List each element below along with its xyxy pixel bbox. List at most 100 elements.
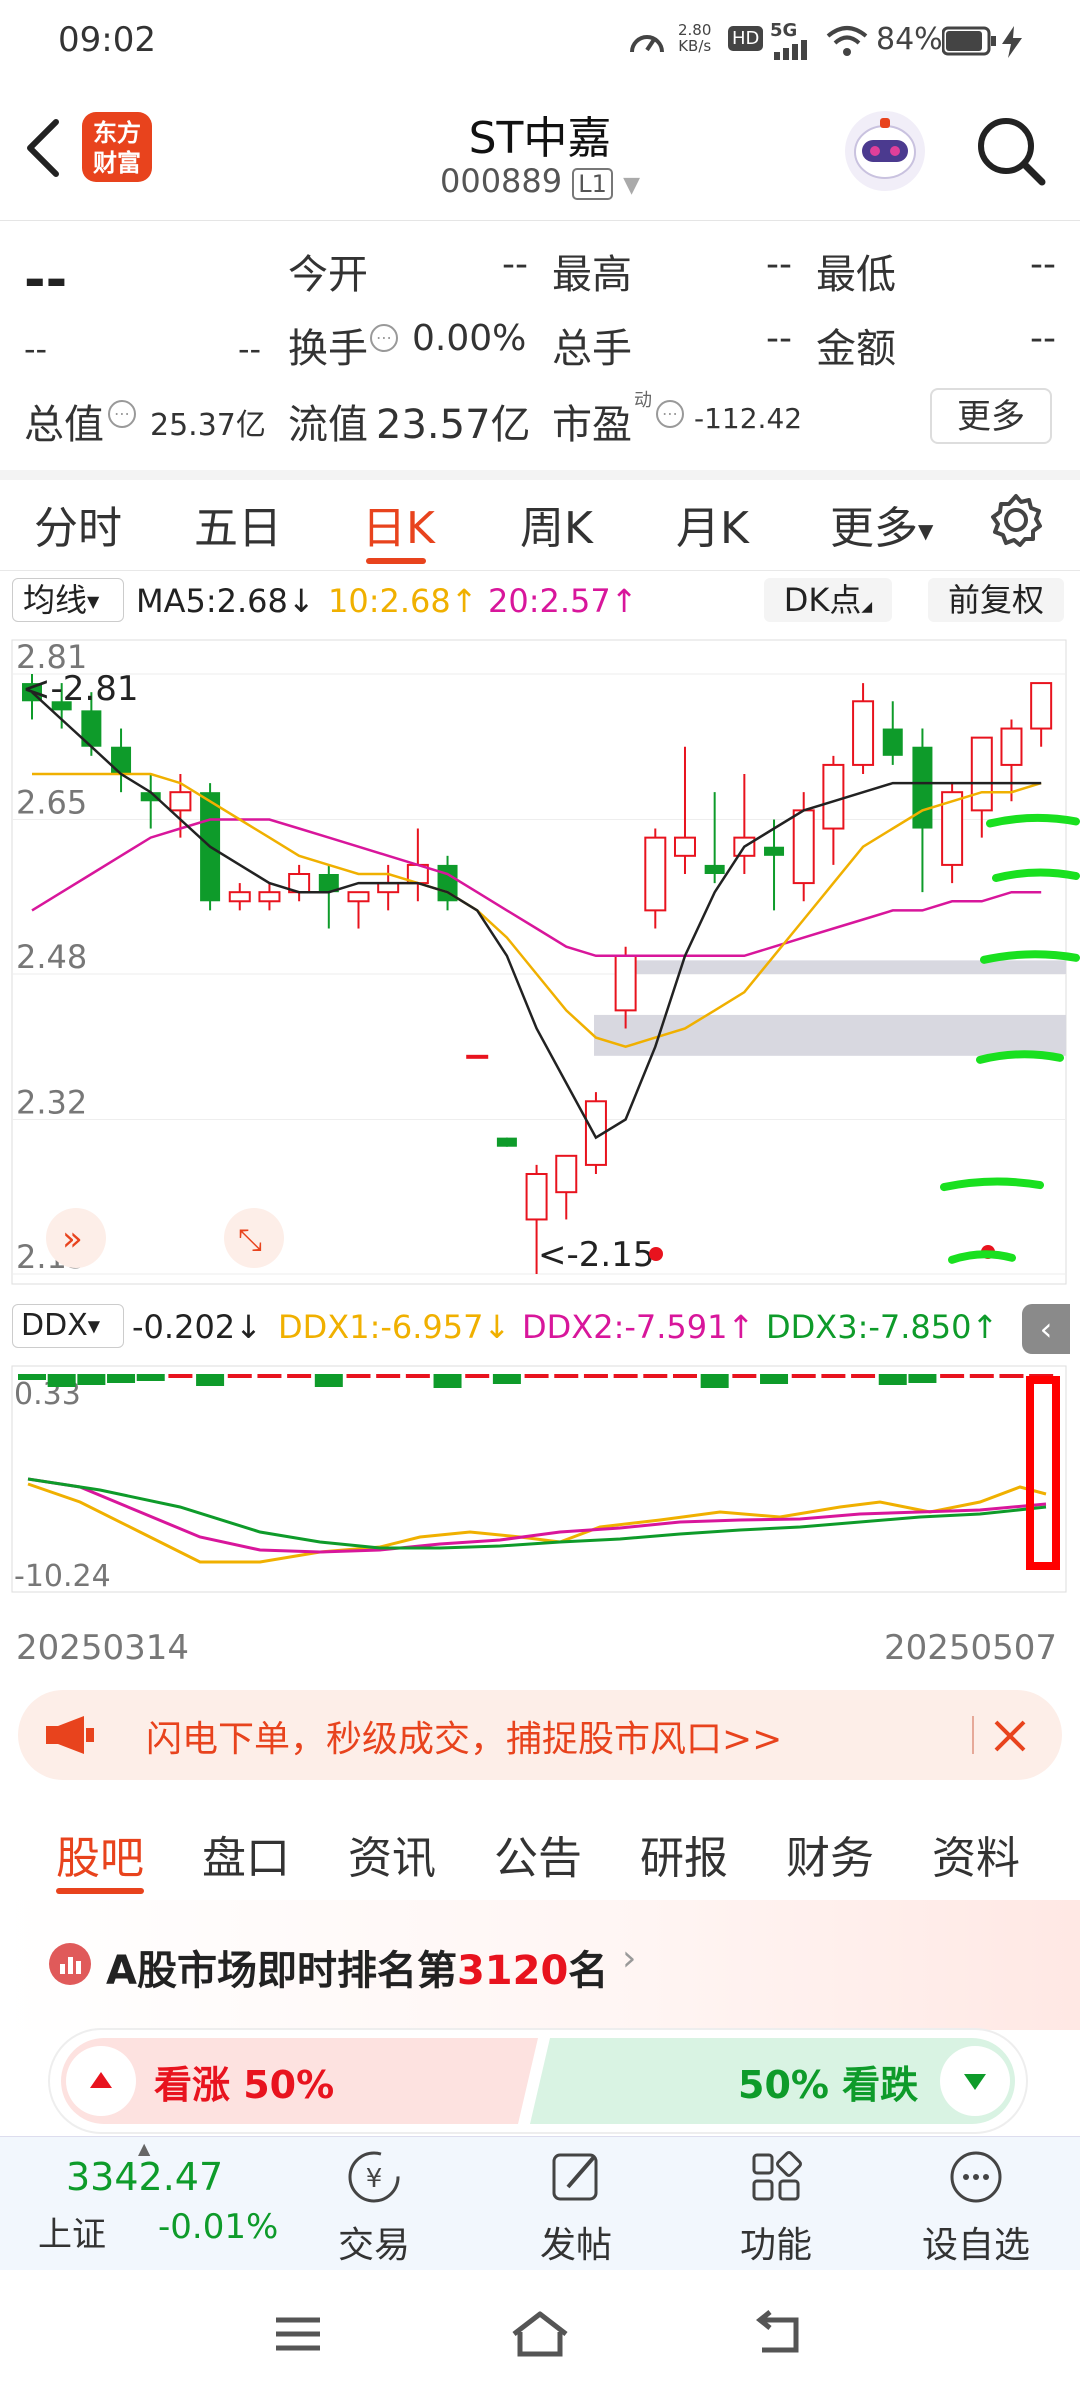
turnover-value: 0.00% <box>412 318 527 359</box>
candle-body-up <box>822 763 845 830</box>
ddx-bar <box>405 1374 430 1378</box>
tab-intraday[interactable]: 分时 <box>34 492 122 556</box>
bullish-button[interactable] <box>66 2046 136 2116</box>
adjust-button[interactable]: 前复权 <box>928 578 1064 622</box>
candle-body-down <box>704 864 725 874</box>
info-tabs: 股吧 盘口 资讯 公告 研报 财务 资料 <box>0 1800 1080 1901</box>
rank-prefix: A股市场即时排名第 <box>106 1948 457 1994</box>
tab-news[interactable]: 资讯 <box>348 1822 436 1886</box>
search-icon[interactable] <box>974 114 1048 188</box>
dk-point-button[interactable]: DK点◢ <box>764 578 892 622</box>
info-icon[interactable]: ⋯ <box>108 400 136 428</box>
ma20-text: 20:2.57 <box>488 582 611 620</box>
ma10-text: 10:2.68 <box>328 582 451 620</box>
bullish-label[interactable]: 看涨 50% <box>154 2054 334 2109</box>
down-arrow-icon: ↓ <box>483 1308 511 1346</box>
tab-monthly-k[interactable]: 月K <box>676 492 749 556</box>
tab-more-label: 更多 <box>830 503 918 554</box>
end-date-label: 20250507 <box>884 1628 1058 1668</box>
candle-body-up <box>1030 682 1053 730</box>
tab-weekly-k[interactable]: 周K <box>520 492 593 556</box>
tab-announcements[interactable]: 公告 <box>494 1822 582 1886</box>
nav-post[interactable]: 发帖 <box>516 2147 636 2268</box>
y-tick-label: 2.48 <box>16 938 87 976</box>
tab-more[interactable]: 更多▼ <box>830 492 933 556</box>
up-arrow-icon: ↑ <box>971 1308 999 1346</box>
y-tick-label: 2.65 <box>16 783 87 821</box>
bearish-button[interactable] <box>940 2046 1010 2116</box>
more-dots-icon <box>950 2151 1002 2203</box>
low-label: 最低 <box>816 252 896 298</box>
candlestick-chart[interactable]: 2.812.652.482.322.15<-2.81<-2.15» ⤡ <box>0 634 1080 1294</box>
robot-assistant-icon[interactable] <box>842 108 928 194</box>
market-rank-row[interactable]: A股市场即时排名第3120名 › <box>0 1900 1080 2030</box>
kline-chart-area: 均线▼ MA5:2.68↓ 10:2.68↑ 20:2.57↑ DK点◢ 前复权… <box>0 572 1080 1672</box>
ddx2-text: DDX2:-7.591 <box>522 1308 728 1346</box>
nav-watchlist-label: 设自选 <box>921 2225 1030 2266</box>
nav-trade[interactable]: ¥ 交易 <box>314 2147 434 2268</box>
rank-suffix: 名 <box>568 1948 609 1994</box>
index-value: 3342.47 <box>66 2155 224 2199</box>
ddx-bar <box>168 1374 193 1378</box>
grid-icon <box>752 2151 802 2201</box>
tab-guba[interactable]: 股吧 <box>56 1822 144 1886</box>
settings-gear-icon[interactable] <box>988 492 1044 548</box>
drawn-annotation <box>948 1250 1016 1264</box>
ddx-bar <box>999 1374 1024 1378</box>
ma10-value: 10:2.68↑ <box>328 582 478 620</box>
low-value: -- <box>1030 244 1056 285</box>
nav-function-label: 功能 <box>739 2225 812 2266</box>
ma5-line <box>31 691 1042 1140</box>
collapse-panel-button[interactable]: ‹ <box>1022 1304 1070 1354</box>
tab-handicap[interactable]: 盘口 <box>202 1822 290 1886</box>
ddx-selector-label: DDX <box>21 1308 88 1343</box>
info-icon[interactable]: ⋯ <box>370 324 398 352</box>
home-icon[interactable] <box>508 2308 572 2360</box>
expand-icon: ⤡ <box>238 1223 262 1258</box>
ddx-bar <box>77 1374 106 1385</box>
tab-research[interactable]: 研报 <box>640 1822 728 1886</box>
level-badge: L1 <box>572 168 613 200</box>
wifi-icon <box>826 26 868 56</box>
ddx1-text: DDX1:-6.957 <box>278 1308 484 1346</box>
ddx-bar <box>554 1374 579 1378</box>
candle-body-up <box>228 891 251 903</box>
nav-function[interactable]: 功能 <box>716 2147 836 2268</box>
back-icon[interactable] <box>752 2310 804 2358</box>
menu-icon[interactable] <box>272 2314 324 2354</box>
app-logo[interactable]: 东方 财富 <box>82 112 152 182</box>
candle-body-down <box>496 1137 517 1147</box>
ddx-indicator-chart[interactable]: 0.33-10.24 <box>0 1362 1080 1602</box>
stock-code-row[interactable]: 000889 L1 ▼ <box>340 162 740 200</box>
nav-watchlist[interactable]: 设自选 <box>916 2147 1036 2268</box>
index-name: 上证 <box>38 2215 106 2255</box>
bearish-label[interactable]: 50% 看跌 <box>738 2054 918 2109</box>
tab-profile[interactable]: 资料 <box>932 1822 1020 1886</box>
dk-point-label: DK点 <box>783 581 862 619</box>
amount-label: 金额 <box>816 326 896 372</box>
speed-gauge-icon <box>630 35 664 53</box>
down-arrow-icon: ↓ <box>287 582 315 620</box>
signal-dot <box>649 1247 663 1261</box>
drawn-annotation <box>940 1177 1044 1192</box>
ddx-selector[interactable]: DDX▼ <box>12 1304 124 1348</box>
more-button[interactable]: 更多 <box>930 388 1052 444</box>
ddx-bar <box>791 1374 816 1378</box>
nav-post-label: 发帖 <box>539 2225 612 2266</box>
tab-five-day[interactable]: 五日 <box>194 492 282 556</box>
ddx2-value: DDX2:-7.591↑ <box>522 1308 754 1346</box>
index-ticker[interactable]: ▲ 3342.47 上证 -0.01% <box>20 2137 290 2271</box>
close-icon[interactable] <box>990 1716 1030 1756</box>
double-chevron-icon: » <box>62 1219 83 1259</box>
promo-banner[interactable]: 闪电下单，秒级成交，捕捉股市风口>> <box>18 1690 1062 1780</box>
trade-yuan-icon: ¥ <box>348 2151 400 2203</box>
info-icon[interactable]: ⋯ <box>656 400 684 428</box>
ma-selector[interactable]: 均线▼ <box>12 578 124 622</box>
dropdown-arrow-icon: ▼ <box>87 592 100 611</box>
ma-selector-label: 均线 <box>23 581 88 619</box>
max-price-marker: <-2.81 <box>22 669 138 709</box>
down-triangle-icon <box>964 2074 986 2090</box>
tab-finance[interactable]: 财务 <box>786 1822 874 1886</box>
tab-daily-k[interactable]: 日K <box>362 492 435 556</box>
back-arrow-icon[interactable] <box>22 118 62 178</box>
